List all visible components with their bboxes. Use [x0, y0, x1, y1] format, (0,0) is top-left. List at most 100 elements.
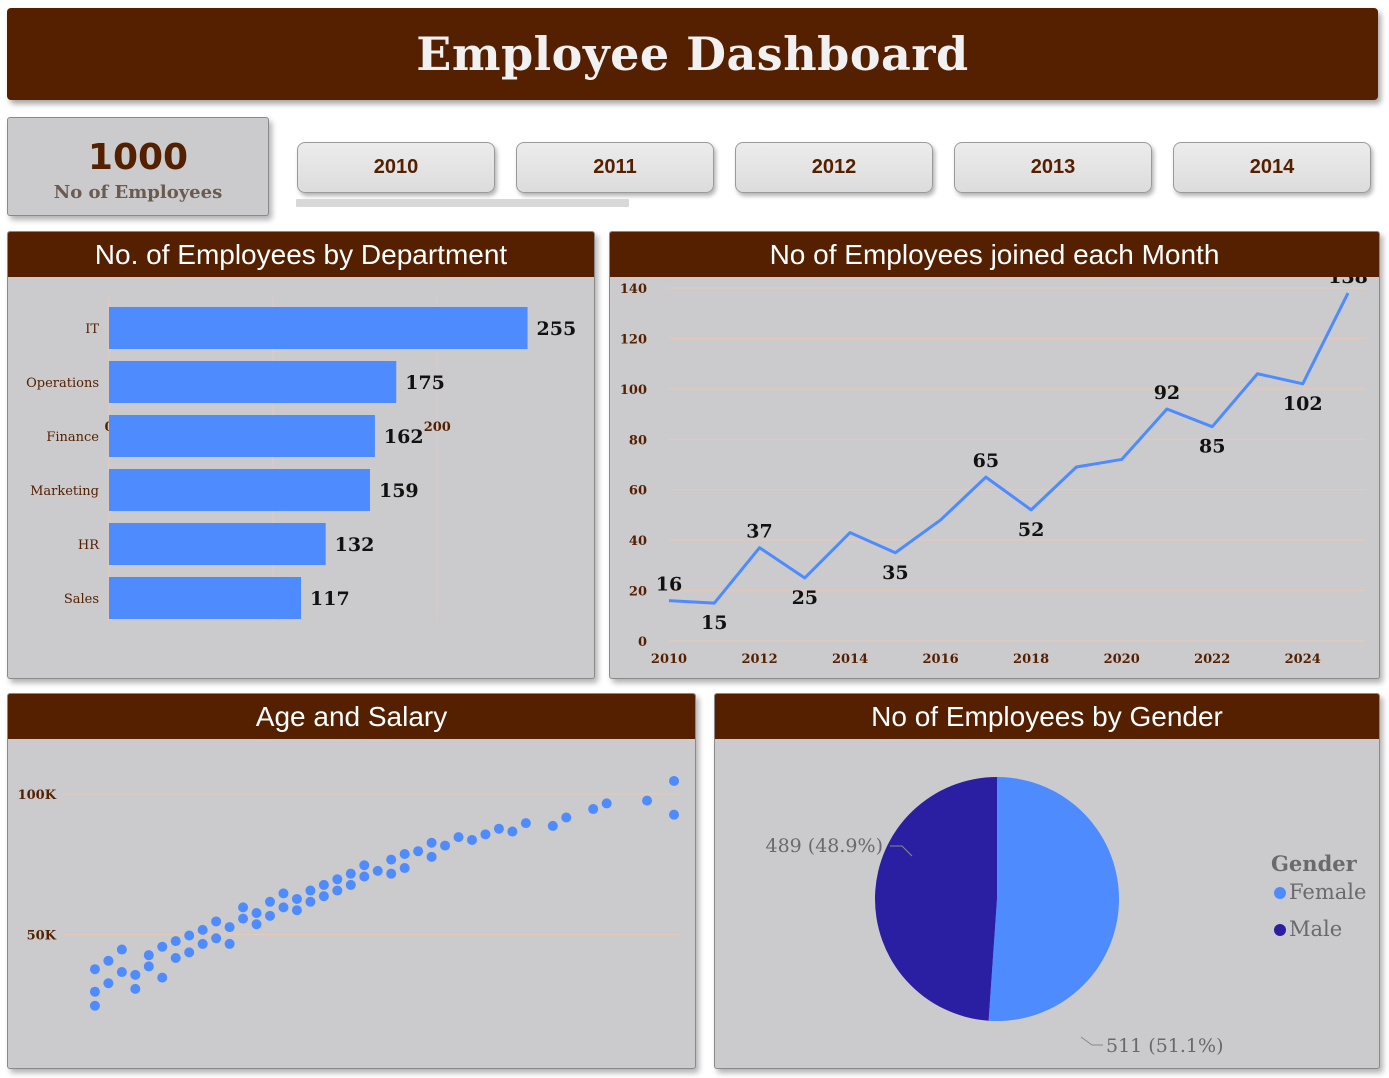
scatter-point [399, 863, 410, 874]
department-chart-panel: No. of Employees by Department 0100200IT… [7, 231, 595, 679]
gender-title: No of Employees by Gender [715, 694, 1379, 739]
scatter-point [197, 938, 208, 949]
monthly-chart-title: No of Employees joined each Month [610, 232, 1379, 277]
year-slicer-2013-button[interactable]: 2013 [954, 142, 1152, 193]
year-slicer-2014-button[interactable]: 2014 [1173, 142, 1371, 193]
scatter-point [251, 908, 262, 919]
scatter-point [224, 922, 235, 933]
scatter-point [561, 812, 572, 823]
scatter-point [143, 950, 154, 961]
scatter-point [157, 941, 168, 952]
scatter-point [520, 818, 531, 829]
scatter-point [305, 896, 316, 907]
data-label: 65 [973, 450, 999, 472]
x-tick-label: 2010 [651, 652, 687, 667]
y-tick-label: 60 [629, 484, 647, 499]
scatter-point [89, 964, 100, 975]
scatter-point [130, 983, 141, 994]
x-tick-label: 2012 [741, 652, 777, 667]
scatter-point [89, 986, 100, 997]
data-label: 138 [1328, 277, 1368, 288]
year-slicer-2011-button[interactable]: 2011 [516, 142, 714, 193]
scatter-point [238, 913, 249, 924]
scatter-point [103, 978, 114, 989]
data-label: 255 [537, 318, 577, 340]
employee-count-card: 1000 No of Employees [7, 117, 269, 216]
category-label: IT [85, 322, 99, 337]
data-label: 37 [746, 521, 772, 543]
scatter-point [251, 919, 262, 930]
department-chart-title: No. of Employees by Department [8, 232, 594, 277]
y-tick-label: 120 [620, 332, 647, 347]
data-label: 25 [792, 587, 818, 609]
scatter-point [318, 891, 329, 902]
data-label: 16 [656, 574, 682, 596]
pie-slice [988, 777, 1119, 1021]
scatter-point [170, 952, 181, 963]
scatter-point [426, 851, 437, 862]
year-slicer-scrollbar[interactable] [296, 199, 629, 207]
y-tick-label: 100K [18, 788, 57, 803]
y-tick-label: 140 [620, 282, 647, 297]
scatter-point [453, 832, 464, 843]
monthly-chart-panel: No of Employees joined each Month 0 20 40 6… [609, 231, 1380, 679]
scatter-point [507, 826, 518, 837]
scatter-point [359, 871, 370, 882]
data-label: 102 [1283, 393, 1323, 415]
scatter-point [291, 905, 302, 916]
scatter-point [116, 967, 127, 978]
data-label: 132 [335, 534, 375, 556]
y-tick-label: 50K [27, 929, 57, 944]
series-line [668, 292, 1350, 605]
bar [109, 307, 528, 349]
scatter-point [426, 837, 437, 848]
data-label: 35 [882, 562, 908, 584]
scatter-point [372, 865, 383, 876]
scatter-point [265, 896, 275, 907]
category-label: Operations [26, 376, 99, 391]
scatter-point [332, 885, 343, 896]
scatter-point [345, 868, 356, 879]
scatter-point [318, 879, 329, 890]
pie-slice [874, 777, 997, 1021]
x-tick-label: 2016 [923, 652, 959, 667]
data-label: 92 [1154, 382, 1180, 404]
scatter-point [278, 888, 289, 899]
scatter-point [143, 961, 154, 972]
category-label: HR [78, 538, 100, 553]
scatter-point [345, 879, 356, 890]
dashboard-header: Employee Dashboard [7, 8, 1378, 100]
scatter-point [224, 938, 235, 949]
scatter-point [669, 775, 679, 786]
x-tick-label: 2018 [1013, 652, 1049, 667]
scatter-point [278, 902, 289, 913]
leader-line [1080, 1036, 1103, 1046]
scatter-point [601, 798, 612, 809]
year-slicer-2012-button[interactable]: 2012 [735, 142, 933, 193]
data-label: 159 [379, 480, 419, 502]
data-label: 175 [405, 372, 445, 394]
scatter-point [440, 840, 451, 851]
scatter-point [211, 933, 222, 944]
gender-pie-chart: 511 (51.1%) 489 (48.9%) Gender Female Male [766, 777, 1366, 1057]
scatter-point [211, 916, 222, 927]
legend-title: Gender [1271, 851, 1358, 876]
scatter-point [669, 809, 679, 820]
data-label: 85 [1199, 436, 1225, 458]
bar [109, 415, 375, 457]
scatter-point [386, 868, 397, 879]
year-slicer-2010-button[interactable]: 2010 [297, 142, 495, 193]
department-bar-chart: 0100200IT255Operations175Finance162Marke… [26, 297, 577, 621]
scatter-point [291, 893, 302, 904]
age-salary-panel: Age and Salary 0K50K100K2030405060 [7, 693, 696, 1069]
category-label: Sales [64, 592, 99, 607]
x-tick-label: 2020 [1104, 652, 1140, 667]
legend-label: Male [1289, 917, 1342, 941]
legend-marker [1274, 887, 1286, 899]
scatter-point [467, 834, 477, 845]
scatter-point [197, 924, 208, 935]
scatter-point [547, 820, 558, 831]
scatter-point [359, 860, 370, 871]
scatter-point [238, 902, 249, 913]
x-tick-label: 2014 [832, 652, 868, 667]
